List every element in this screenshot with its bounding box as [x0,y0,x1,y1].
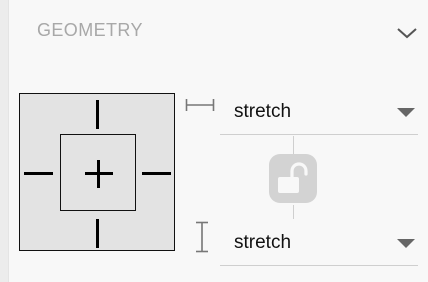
width-sizing-select[interactable]: stretch [220,95,418,135]
height-sizing-value: stretch [234,232,292,253]
unlocked-padlock-icon [278,162,308,193]
height-bracket-icon [196,221,208,253]
aspect-lock-button[interactable] [269,154,317,203]
select-underline [220,264,418,266]
bottom-anchor-strut[interactable] [96,219,99,248]
width-bracket-icon [185,99,215,111]
top-anchor-strut[interactable] [96,100,99,129]
height-sizing-select[interactable]: stretch [220,226,418,266]
vertical-resize-spring[interactable] [97,160,100,188]
width-sizing-value: stretch [234,101,292,122]
link-line-upper [293,136,294,154]
link-line-lower [293,205,294,219]
left-anchor-strut[interactable] [24,172,53,175]
geometry-panel: GEOMETRY stretch stretch [0,0,428,282]
chevron-down-icon[interactable] [396,26,418,40]
right-anchor-strut[interactable] [142,172,171,175]
anchor-widget[interactable] [19,93,175,251]
dropdown-arrow-icon [397,108,415,117]
select-underline [220,133,418,135]
section-title: GEOMETRY [37,20,143,40]
dropdown-arrow-icon [397,239,415,248]
